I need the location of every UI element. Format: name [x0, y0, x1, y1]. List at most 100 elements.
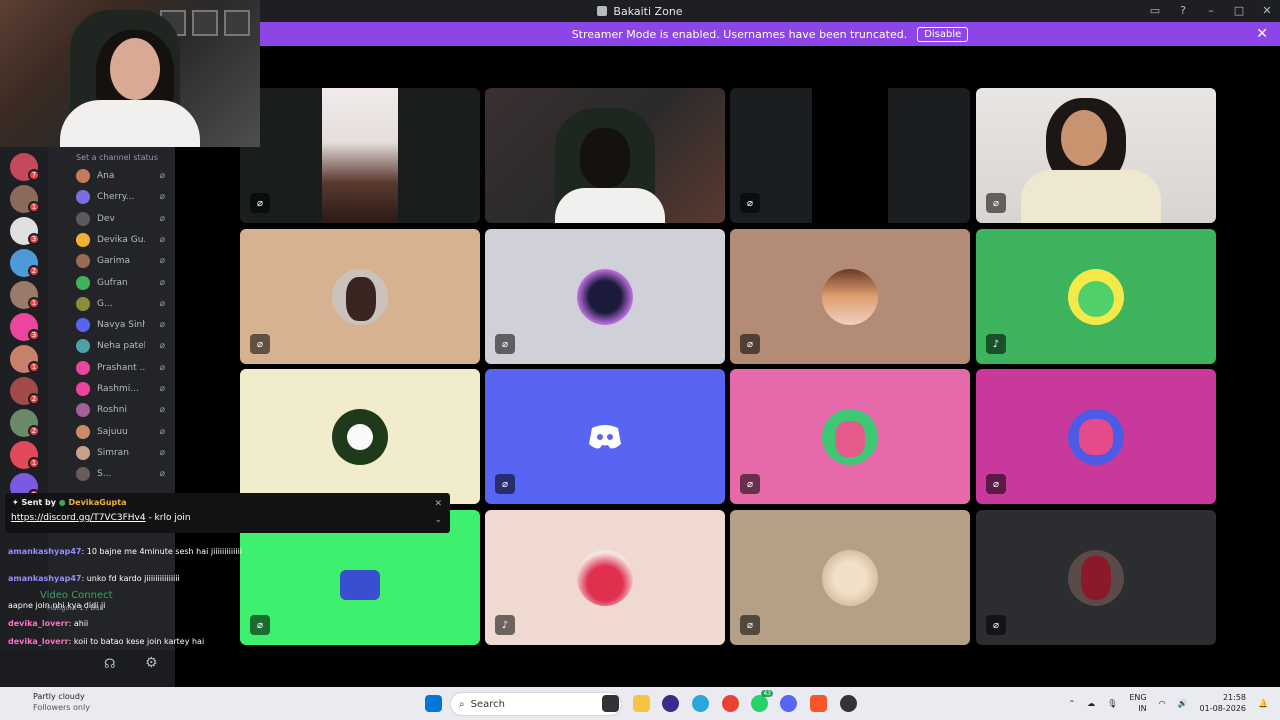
voice-member[interactable]: Cherry... ⌀: [76, 188, 171, 206]
muted-mic-icon: ⌀: [495, 334, 515, 354]
voice-member[interactable]: Ana ⌀: [76, 167, 171, 185]
muted-mic-icon: ⌀: [159, 256, 165, 267]
muted-mic-icon: ⌀: [495, 474, 515, 494]
cloud-icon[interactable]: ☁: [1087, 699, 1095, 708]
language-indicator[interactable]: ENG IN: [1129, 692, 1146, 714]
muted-mic-icon: ⌀: [986, 615, 1006, 635]
windows-start-icon[interactable]: [425, 695, 442, 712]
voice-member[interactable]: Gufran ⌀: [76, 274, 171, 292]
avatar-tile[interactable]: ♪: [485, 510, 725, 645]
voice-member[interactable]: G... ⌀: [76, 295, 171, 313]
chevron-down-icon[interactable]: ⌄: [434, 515, 442, 525]
member-name: Gufran: [97, 277, 128, 288]
avatar: [1068, 550, 1124, 606]
avatar: [1068, 269, 1124, 325]
avatar-tile[interactable]: ⌀: [976, 510, 1216, 645]
avatar-tile[interactable]: ⌀: [730, 229, 970, 364]
chat-username[interactable]: devika_loverr: [8, 637, 69, 646]
voice-member[interactable]: Sajuuu ⌀: [76, 423, 171, 441]
member-name: G...: [97, 298, 113, 309]
unpin-icon[interactable]: ✕: [434, 499, 442, 509]
member-name: Ana: [97, 171, 115, 181]
avatar-tile[interactable]: ♪: [976, 229, 1216, 364]
avatar-tile[interactable]: ⌀: [240, 229, 480, 364]
muted-mic-icon: ⌀: [159, 298, 165, 309]
muted-mic-icon: ⌀: [159, 362, 165, 373]
muted-mic-icon: ⌀: [740, 193, 760, 213]
chat-text: : koii to batao kese join kartey hai: [68, 637, 205, 646]
chat-text: : ahii: [68, 619, 89, 628]
settings-gear-icon[interactable]: ⚙: [145, 655, 158, 671]
member-name: S...: [97, 469, 112, 480]
taskbar-search-box[interactable]: ⌕ Search: [450, 692, 622, 716]
help-icon[interactable]: ?: [1176, 3, 1190, 17]
voice-member[interactable]: Neha patel ⌀: [76, 337, 171, 355]
chat-username[interactable]: devika_loverr: [8, 619, 69, 628]
maximize-button[interactable]: □: [1232, 3, 1246, 17]
volume-icon[interactable]: 🔊: [1178, 699, 1188, 708]
clock[interactable]: 21:58 01-08-2026: [1200, 692, 1247, 714]
unread-badge: 1: [28, 201, 40, 213]
banner-message: Streamer Mode is enabled. Usernames have…: [571, 27, 908, 41]
video-tile[interactable]: [485, 88, 725, 223]
voice-member[interactable]: Roshni ⌀: [76, 401, 171, 419]
unread-badge: 1: [28, 297, 40, 309]
chrome-icon[interactable]: [722, 695, 739, 712]
discord-taskbar-icon[interactable]: [780, 695, 797, 712]
chat-text: : unko fd kardo jiiiiiiiiiiiiiii: [81, 574, 180, 583]
voice-member[interactable]: Navya Sinha ⌀: [76, 316, 171, 334]
member-name: Prashant ...: [97, 362, 145, 373]
video-tile[interactable]: ⌀: [730, 88, 970, 223]
person-body: [555, 188, 665, 223]
video-tile[interactable]: ⌀: [976, 88, 1216, 223]
headphones-icon[interactable]: ☊: [104, 657, 116, 672]
voice-member[interactable]: Rashmi... ⌀: [76, 380, 171, 398]
set-channel-status[interactable]: Set a channel status: [76, 153, 158, 162]
member-name: Devika Gu...: [97, 234, 145, 245]
avatar-tile[interactable]: ⌀: [485, 369, 725, 504]
mic-icon: ♪: [986, 334, 1006, 354]
chat-username[interactable]: amankashyap47: [8, 574, 81, 583]
brave-icon[interactable]: [810, 695, 827, 712]
window-title: Bakaiti Zone: [613, 4, 683, 18]
minimize-button[interactable]: –: [1204, 3, 1218, 17]
avatar-tile[interactable]: ⌀: [730, 510, 970, 645]
weather-widget[interactable]: Partly cloudy Followers only: [33, 691, 90, 713]
voice-member[interactable]: Dev ⌀: [76, 210, 171, 228]
avatar-tile[interactable]: [240, 369, 480, 504]
video-tile[interactable]: ⌀: [240, 88, 480, 223]
chat-message: amankashyap47: 10 bajne me 4minute sesh …: [8, 547, 242, 556]
close-window-button[interactable]: ✕: [1260, 3, 1274, 17]
muted-mic-icon: ⌀: [740, 474, 760, 494]
app-icon[interactable]: [662, 695, 679, 712]
chat-text: : 10 bajne me 4minute sesh hai jiiiiiiii…: [81, 547, 243, 556]
whatsapp-icon[interactable]: 43: [751, 690, 773, 712]
file-explorer-icon[interactable]: [633, 695, 650, 712]
voice-member[interactable]: Simran ⌀: [76, 444, 171, 462]
avatar-tile[interactable]: ⌀: [976, 369, 1216, 504]
avatar-tile[interactable]: ⌀: [485, 229, 725, 364]
wifi-icon[interactable]: ◠: [1159, 699, 1166, 708]
member-name: Roshni: [97, 405, 127, 416]
close-banner-icon[interactable]: ✕: [1256, 26, 1268, 42]
title-bar-controls: ▭ ? – □ ✕: [1148, 3, 1274, 17]
voice-member[interactable]: S... ⌀: [76, 465, 171, 483]
muted-mic-icon: ⌀: [250, 193, 270, 213]
task-view-icon[interactable]: [602, 695, 619, 712]
disable-streamer-mode-button[interactable]: Disable: [917, 26, 969, 42]
member-name: Neha patel: [97, 341, 145, 352]
edge-icon[interactable]: [692, 695, 709, 712]
notification-bell-icon[interactable]: 🔔: [1258, 699, 1268, 708]
app-icon[interactable]: [840, 695, 857, 712]
voice-member[interactable]: Devika Gu... ⌀: [76, 231, 171, 249]
microphone-icon[interactable]: 🎙: [1107, 699, 1117, 708]
avatar-tile[interactable]: ⌀: [730, 369, 970, 504]
server-icon: [597, 6, 608, 16]
chat-username[interactable]: amankashyap47: [8, 547, 81, 556]
inbox-icon[interactable]: ▭: [1148, 3, 1162, 17]
avatar: [822, 409, 878, 465]
chevron-up-icon[interactable]: ⌃: [1068, 699, 1075, 708]
voice-member[interactable]: Garima ⌀: [76, 252, 171, 270]
avatar: [76, 445, 90, 460]
voice-member[interactable]: Prashant ... ⌀: [76, 359, 171, 377]
